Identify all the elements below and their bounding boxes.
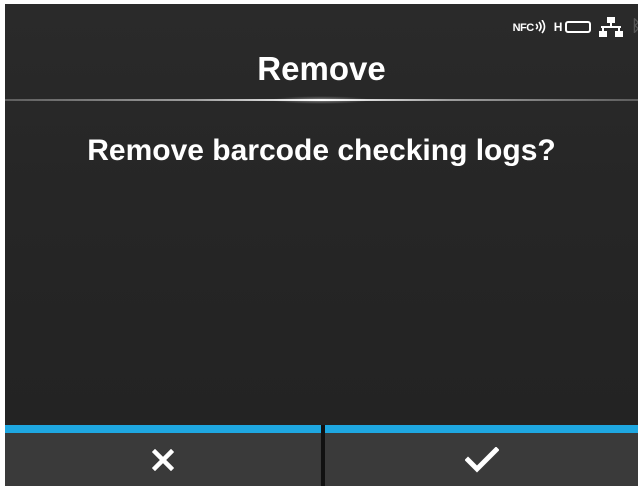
title-divider-glow — [271, 96, 371, 104]
nfc-icon: NFC — [513, 20, 546, 34]
status-bar: NFC H ᛒ — [513, 14, 638, 40]
confirmation-message: Remove barcode checking logs? — [87, 134, 556, 167]
cancel-button[interactable] — [5, 425, 321, 486]
battery-level-label: H — [553, 20, 563, 34]
check-icon — [464, 446, 499, 473]
battery-cell — [565, 21, 592, 33]
nfc-waves-icon — [535, 20, 546, 34]
nfc-label: NFC — [512, 22, 535, 34]
bluetooth-icon: ᛒ — [631, 18, 638, 35]
dialog-title: Remove — [257, 50, 386, 87]
network-icon — [599, 17, 624, 37]
printer-screen: NFC H ᛒ Remove Remove barcode checking l… — [5, 4, 638, 486]
battery-icon: H — [554, 20, 592, 34]
close-icon — [152, 448, 174, 471]
confirm-button[interactable] — [325, 425, 638, 486]
